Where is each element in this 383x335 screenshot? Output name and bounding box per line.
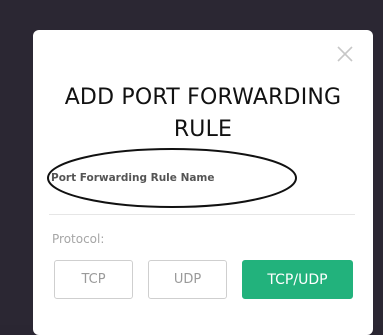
- close-icon: [337, 46, 353, 62]
- protocol-tcp-udp-button[interactable]: TCP/UDP: [242, 260, 353, 299]
- rule-name-label: Port Forwarding Rule Name: [51, 172, 215, 184]
- modal-title-line-1: ADD PORT FORWARDING: [64, 85, 342, 110]
- rule-name-input[interactable]: [49, 163, 355, 211]
- field-divider: [49, 214, 355, 215]
- protocol-udp-button[interactable]: UDP: [148, 260, 227, 299]
- protocol-tcp-button[interactable]: TCP: [54, 260, 133, 299]
- modal-title-line-2: RULE: [173, 117, 233, 142]
- modal-title: ADD PORT FORWARDING RULE: [33, 82, 373, 146]
- close-button[interactable]: [335, 44, 355, 64]
- protocol-label: Protocol:: [52, 232, 105, 246]
- add-port-forwarding-modal: ADD PORT FORWARDING RULE Port Forwarding…: [33, 30, 373, 335]
